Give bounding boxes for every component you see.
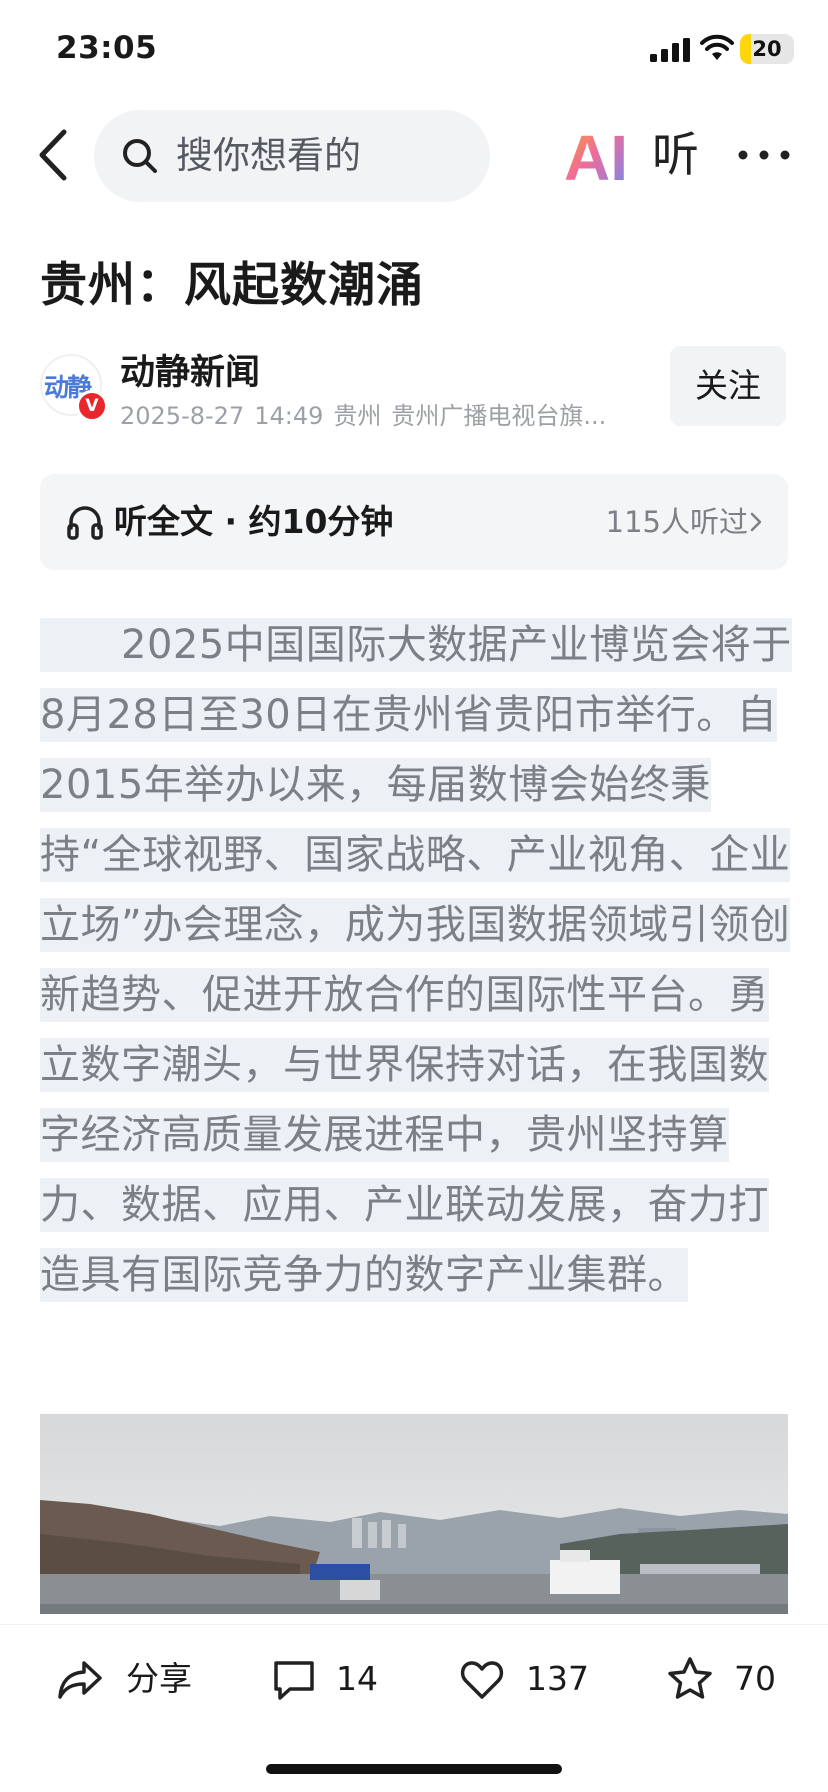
avatar[interactable]: 动静 V xyxy=(40,354,108,422)
listen-full-text-bar[interactable]: 听全文 · 约10分钟 115人听过 xyxy=(40,474,788,570)
search-placeholder: 搜你想看的 xyxy=(176,134,361,177)
author-meta: 2025-8-27 14:49 贵州 贵州广播电视台旗... xyxy=(120,396,640,431)
cellular-signal-icon xyxy=(650,38,690,62)
author-name[interactable]: 动静新闻 xyxy=(120,344,260,395)
follow-button[interactable]: 关注 xyxy=(670,346,786,426)
favorite-button[interactable]: 70 xyxy=(666,1625,796,1725)
article-body: 2025中国国际大数据产业博览会将于8月28日至30日在贵州省贵阳市举行。自20… xyxy=(40,610,800,1310)
comment-button[interactable]: 14 xyxy=(270,1625,400,1725)
comment-count: 14 xyxy=(336,1659,378,1698)
publish-time: 14:49 xyxy=(254,402,324,430)
back-icon[interactable] xyxy=(30,118,74,192)
ai-label: AI xyxy=(564,122,628,192)
ai-assistant-icon[interactable]: AI xyxy=(560,122,656,192)
star-icon xyxy=(668,1657,712,1699)
article-title: 贵州：风起数潮涌 xyxy=(40,258,424,313)
bottom-toolbar: 分享 14 137 70 xyxy=(0,1624,828,1744)
like-count: 137 xyxy=(526,1659,589,1698)
battery-indicator: 20 xyxy=(740,34,794,64)
status-time: 23:05 xyxy=(56,30,158,66)
home-indicator[interactable] xyxy=(266,1764,562,1774)
publish-location: 贵州 xyxy=(333,402,382,430)
share-button[interactable]: 分享 xyxy=(56,1625,206,1725)
article-paragraph: 2025中国国际大数据产业博览会将于8月28日至30日在贵州省贵阳市举行。自20… xyxy=(40,618,792,1302)
listen-button[interactable]: 听 xyxy=(652,120,699,192)
headphone-icon xyxy=(67,506,103,540)
wifi-icon xyxy=(700,34,734,60)
battery-level: 20 xyxy=(752,37,782,61)
article-photo[interactable] xyxy=(40,1414,788,1614)
verified-badge: V xyxy=(76,390,108,422)
publish-date: 2025-8-27 xyxy=(120,402,245,430)
heart-icon xyxy=(460,1661,504,1699)
like-button[interactable]: 137 xyxy=(458,1625,608,1725)
search-input[interactable]: 搜你想看的 xyxy=(94,110,490,202)
status-bar: 23:05 20 xyxy=(0,0,828,100)
comment-icon xyxy=(274,1661,314,1700)
listen-full-text-label: 听全文 · 约10分钟 xyxy=(114,502,394,541)
publish-source: 贵州广播电视台旗... xyxy=(391,402,607,430)
chevron-right-icon xyxy=(750,512,762,532)
article-paragraph-text: 2025中国国际大数据产业博览会将于8月28日至30日在贵州省贵阳市举行。自20… xyxy=(40,622,792,1298)
share-label: 分享 xyxy=(126,1659,192,1698)
search-icon xyxy=(123,139,157,173)
more-icon[interactable] xyxy=(736,146,792,164)
listen-count: 115人听过 xyxy=(605,505,748,539)
favorite-count: 70 xyxy=(734,1659,776,1698)
share-icon xyxy=(58,1661,102,1699)
